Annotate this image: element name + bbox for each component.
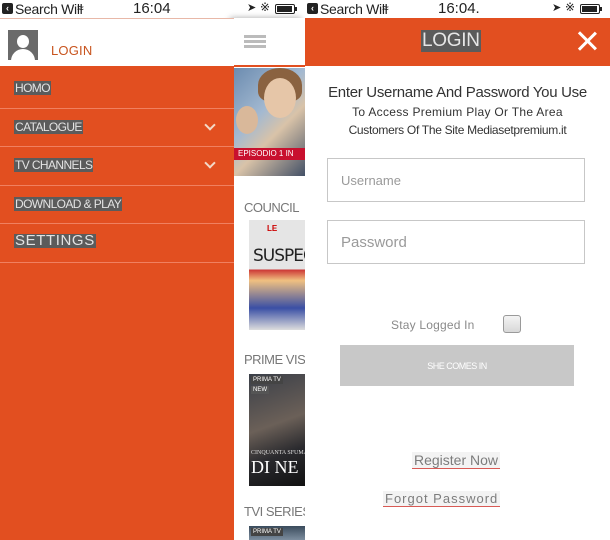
drawer-login-link[interactable]: LOGIN: [51, 43, 92, 58]
status-time: 16:04.: [438, 0, 480, 17]
new-badge: NEW: [251, 386, 269, 394]
status-bar: ‹ Search Will ≈ 16:04. ➤ ※: [305, 0, 610, 18]
instruction-line: Customers Of The Site Mediasetpremium.it: [348, 123, 567, 137]
section-label: PRIME VIS: [244, 352, 305, 367]
menu-item-label: CATALOGUE: [14, 119, 83, 134]
location-arrow-icon: ➤: [247, 2, 257, 14]
drawer-header: LOGIN: [0, 18, 234, 68]
bluetooth-icon: ※: [260, 0, 271, 14]
hero-ribbon: EPISODIO 1 IN: [234, 148, 305, 160]
chevron-down-icon[interactable]: [203, 120, 217, 134]
battery-icon: [275, 4, 297, 14]
channel-badge: PRIMA TV: [251, 376, 283, 384]
password-field-container: [327, 220, 585, 264]
menu-item-label: HOMO: [14, 81, 51, 95]
menu-item-label: TV CHANNELS: [14, 158, 94, 172]
poster-title: DI NE: [251, 457, 299, 477]
login-instructions: Enter Username And Password You Use To A…: [305, 84, 610, 138]
password-input[interactable]: [328, 221, 584, 263]
navigation-drawer: LOGIN HOMO CATALOGUE TV CHANNELS DOWNLOA…: [0, 18, 234, 540]
menu-item-settings[interactable]: SETTINGS: [0, 224, 234, 263]
poster-thumbnail[interactable]: PRIMA TV: [249, 526, 305, 540]
instruction-line: To Access Premium Play Or The Area: [352, 105, 563, 119]
poster-thumbnail[interactable]: LE SUSPECT: [249, 220, 305, 330]
hamburger-icon[interactable]: [244, 35, 266, 49]
back-arrow-icon[interactable]: ‹: [2, 3, 13, 14]
wifi-icon: ≈: [382, 1, 389, 15]
login-submit-button[interactable]: SHE COMES IN: [340, 345, 574, 386]
hero-thumbnail[interactable]: EPISODIO 1 IN: [234, 68, 305, 176]
drawer-menu: HOMO CATALOGUE TV CHANNELS DOWNLOAD & PL…: [0, 70, 234, 263]
channel-badge: PRIMA TV: [251, 528, 283, 536]
poster-title: SUSPECT: [253, 246, 305, 266]
main-content-panel: EPISODIO 1 IN COUNCIL LE SUSPECT PRIME V…: [234, 18, 305, 540]
wifi-icon: ≈: [77, 1, 84, 15]
forgot-password-link[interactable]: Forgot Password: [383, 491, 501, 507]
location-arrow-icon: ➤: [552, 2, 562, 14]
username-field-container: [327, 158, 585, 202]
chevron-down-icon[interactable]: [203, 158, 217, 172]
user-silhouette-icon[interactable]: [8, 30, 38, 60]
section-label: COUNCIL: [244, 200, 300, 215]
battery-icon: [580, 4, 602, 14]
section-label: TVI SERIES: [244, 504, 305, 519]
menu-item-tv-channels[interactable]: TV CHANNELS: [0, 147, 234, 186]
stay-logged-in-label: Stay Logged In: [391, 318, 475, 332]
back-arrow-icon[interactable]: ‹: [307, 3, 318, 14]
page-title: LOGIN: [421, 30, 481, 52]
left-phone-screen: ‹ Search Will ≈ 16:04 ➤ ※ EPISODIO 1 IN …: [0, 0, 305, 540]
menu-item-catalogue[interactable]: CATALOGUE: [0, 109, 234, 147]
instruction-line: Enter Username And Password You Use: [328, 84, 587, 101]
hero-image-detail: [264, 78, 296, 118]
poster-thumbnail[interactable]: PRIMA TV NEW CINQUANTA SFUMA DI NE: [249, 374, 305, 486]
poster-subtitle: CINQUANTA SFUMA: [251, 450, 305, 456]
back-app-label[interactable]: Search Will: [320, 1, 388, 17]
right-phone-screen: ‹ Search Will ≈ 16:04. ➤ ※ LOGIN Enter U…: [305, 0, 610, 540]
content-header: [234, 18, 305, 67]
status-time: 16:04: [133, 0, 171, 17]
stay-logged-in-checkbox[interactable]: [503, 315, 521, 333]
login-header-bar: LOGIN: [305, 18, 610, 66]
username-input[interactable]: [328, 159, 584, 201]
menu-item-download-play[interactable]: DOWNLOAD & PLAY: [0, 186, 234, 224]
bluetooth-icon: ※: [565, 0, 576, 14]
menu-item-label: DOWNLOAD & PLAY: [14, 196, 123, 211]
status-bar: ‹ Search Will ≈ 16:04 ➤ ※: [0, 0, 305, 18]
menu-item-label: SETTINGS: [14, 232, 96, 249]
hero-image-detail: [236, 106, 258, 134]
avatar-body: [11, 49, 35, 60]
register-now-link[interactable]: Register Now: [412, 452, 501, 469]
close-x-icon[interactable]: [573, 27, 601, 55]
menu-item-home[interactable]: HOMO: [0, 70, 234, 109]
back-app-label[interactable]: Search Will: [15, 1, 83, 17]
avatar-head: [17, 35, 29, 48]
poster-top-text: LE: [267, 224, 278, 233]
